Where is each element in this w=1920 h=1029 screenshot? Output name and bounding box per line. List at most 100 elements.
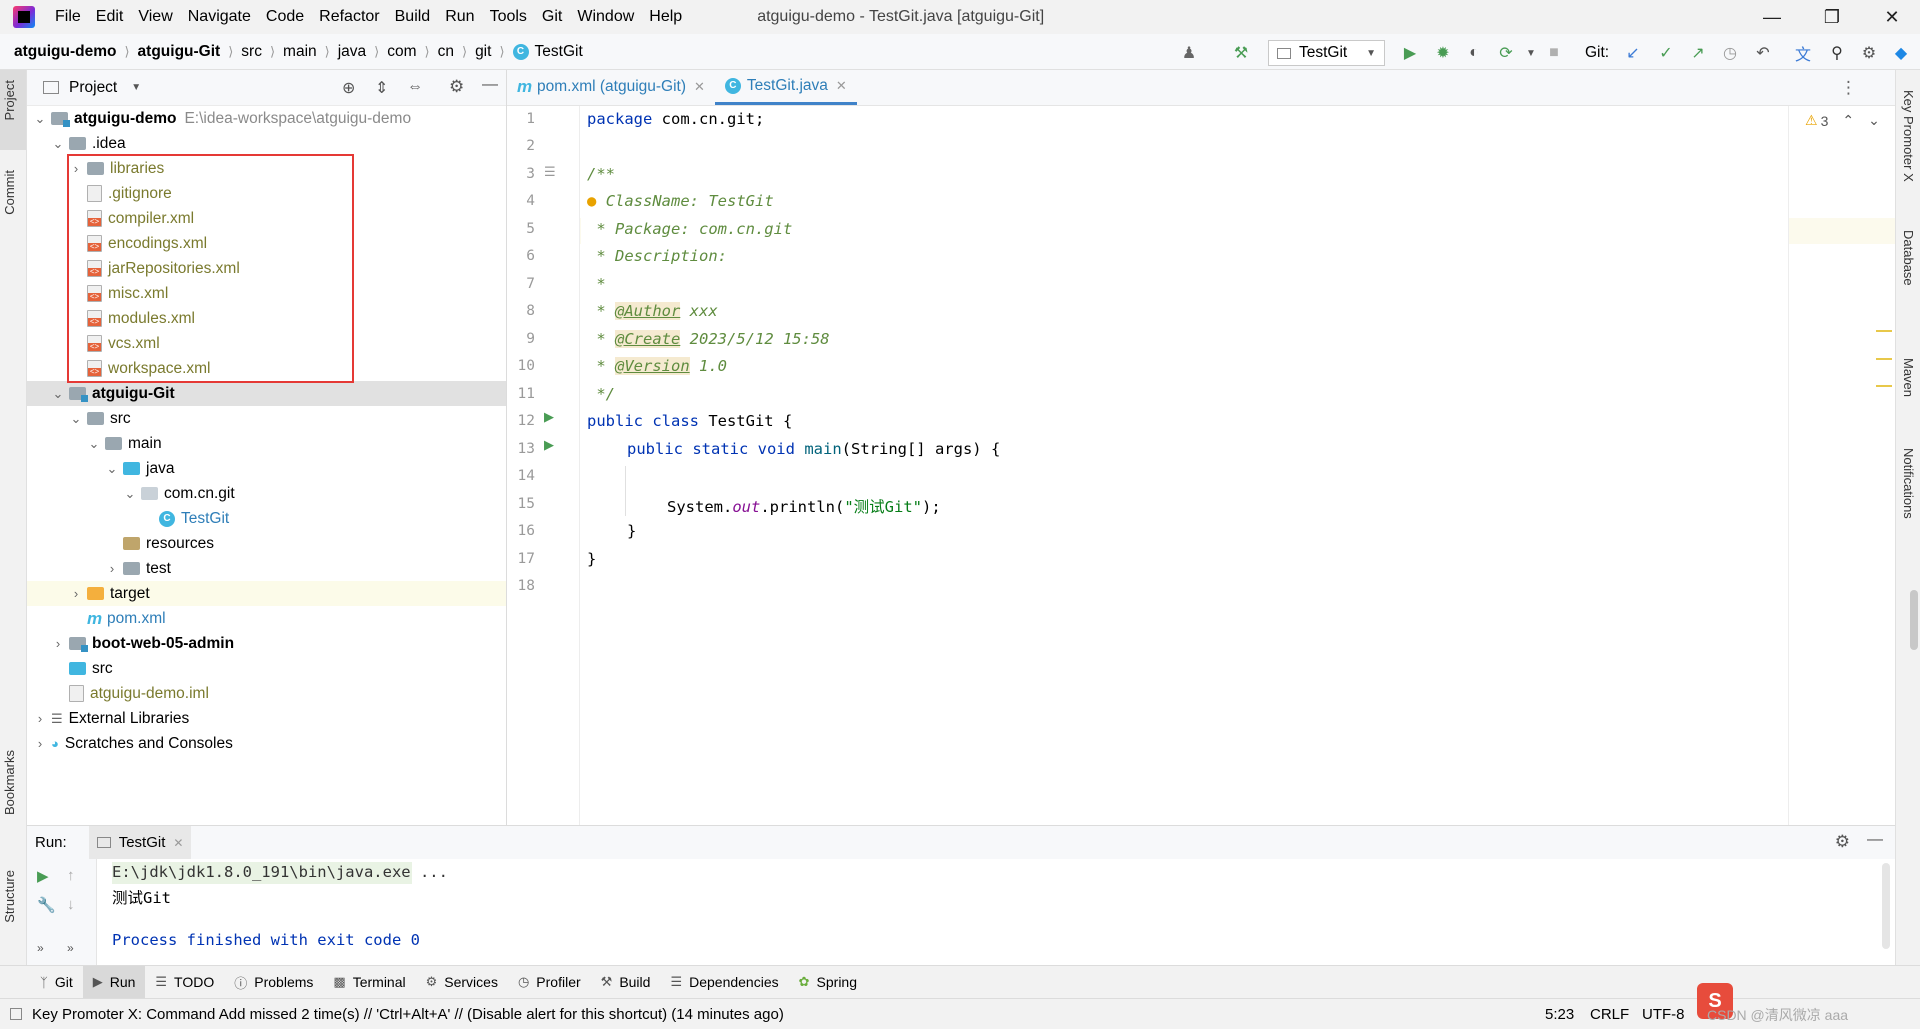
hide-panel-icon[interactable]: —	[1867, 831, 1883, 849]
run-tab-testgit[interactable]: TestGit ✕	[88, 825, 192, 860]
chevron-right-icon[interactable]: ›	[69, 586, 83, 601]
hide-panel-icon[interactable]: —	[482, 76, 498, 94]
collapse-all-icon[interactable]: ⇔	[407, 78, 423, 96]
run-gutter-icon[interactable]: ▶	[544, 409, 554, 425]
git-commit-icon[interactable]: ✓	[1655, 42, 1677, 64]
tab-pom-xml[interactable]: m pom.xml (atguigu-Git) ✕	[507, 69, 715, 105]
chevron-down-icon[interactable]: ⌄	[51, 386, 65, 402]
tool-tab-project[interactable]: Project	[2, 80, 17, 120]
tool-button-profiler[interactable]: ◷ Profiler	[508, 966, 591, 999]
inspection-widget[interactable]: ⚠ 3 ⌃ ⌄	[1805, 112, 1880, 129]
file-encoding[interactable]: UTF-8	[1642, 1006, 1685, 1023]
chevron-up-icon[interactable]: ⌃	[1842, 112, 1854, 129]
run-console[interactable]: E:\jdk\jdk1.8.0_191\bin\java.exe ... 测试G…	[27, 859, 1895, 965]
build-hammer-icon[interactable]: ⚒	[1230, 42, 1252, 64]
tab-testgit-java[interactable]: C TestGit.java ✕	[714, 69, 857, 105]
menu-navigate[interactable]: Navigate	[188, 8, 251, 26]
tool-tab-key-promoter[interactable]: Key Promoter X	[1901, 90, 1916, 182]
tool-tab-database[interactable]: Database	[1901, 230, 1916, 286]
minimize-icon[interactable]: —	[1742, 0, 1802, 34]
settings-gear-icon[interactable]: ⚙	[1858, 42, 1880, 64]
menu-refactor[interactable]: Refactor	[319, 8, 379, 26]
tree-item-atguigu-git[interactable]: ⌄ atguigu-Git	[27, 381, 506, 406]
coverage-icon[interactable]: ◐	[1463, 42, 1485, 64]
menu-code[interactable]: Code	[266, 8, 304, 26]
chevron-down-icon[interactable]: ⌄	[1868, 112, 1880, 129]
breadcrumb-java[interactable]: java	[338, 43, 366, 61]
tree-item-scratches[interactable]: › ◕ Scratches and Consoles	[27, 731, 506, 756]
git-rollback-icon[interactable]: ↶	[1752, 42, 1774, 64]
chevron-down-icon[interactable]: ▼	[1520, 42, 1542, 64]
breadcrumb-main[interactable]: main	[283, 43, 317, 61]
tool-button-run[interactable]: ▶ Run	[82, 965, 146, 999]
chevron-right-icon[interactable]: ›	[33, 711, 47, 726]
menu-view[interactable]: View	[138, 8, 172, 26]
tree-item-testgit[interactable]: C TestGit	[27, 506, 506, 531]
chevron-down-icon[interactable]: ⌄	[105, 461, 119, 477]
status-message[interactable]: Key Promoter X: Command Add missed 2 tim…	[32, 1006, 784, 1023]
breadcrumb-class[interactable]: TestGit	[535, 43, 583, 61]
menu-edit[interactable]: Edit	[96, 8, 124, 26]
tool-button-problems[interactable]: ⓘ Problems	[224, 966, 323, 999]
run-icon[interactable]: ▶	[1399, 42, 1421, 64]
tool-button-terminal[interactable]: ▩ Terminal	[323, 966, 415, 999]
close-tab-icon[interactable]: ✕	[173, 836, 183, 850]
tree-item-src[interactable]: ⌄ src	[27, 406, 506, 431]
status-toggle-icon[interactable]	[10, 1008, 22, 1020]
more-options-icon[interactable]: ⋮	[1840, 78, 1857, 98]
tree-item-iml[interactable]: atguigu-demo.iml	[27, 681, 506, 706]
chevron-down-icon[interactable]: ⌄	[123, 486, 137, 502]
more-actions-icon[interactable]: »	[67, 941, 74, 955]
close-icon[interactable]: ✕	[1862, 0, 1920, 34]
tool-button-build[interactable]: ⚒ Build	[591, 966, 661, 999]
chevron-down-icon[interactable]: ⌄	[51, 136, 65, 152]
breadcrumb-git[interactable]: git	[475, 43, 491, 61]
breadcrumb-cn[interactable]: cn	[438, 43, 454, 61]
tool-button-todo[interactable]: ☰ TODO	[145, 966, 224, 999]
tool-button-dependencies[interactable]: ☰ Dependencies	[660, 966, 788, 999]
tool-tab-commit[interactable]: Commit	[2, 170, 17, 215]
expand-all-icon[interactable]: ⇕	[375, 78, 388, 98]
profile-icon[interactable]: ⟳	[1495, 42, 1517, 64]
line-separator[interactable]: CRLF	[1590, 1006, 1629, 1023]
git-push-icon[interactable]: ↗	[1687, 42, 1709, 64]
stop-icon[interactable]: ■	[1543, 42, 1565, 64]
tree-item-external-libraries[interactable]: › ☰ External Libraries	[27, 706, 506, 731]
doc-render-icon[interactable]: ☰	[544, 164, 556, 180]
chevron-down-icon[interactable]: ⌄	[33, 111, 47, 127]
breadcrumb-project[interactable]: atguigu-demo	[14, 43, 116, 61]
project-panel-title[interactable]: Project	[69, 79, 117, 97]
tool-tab-maven[interactable]: Maven	[1901, 358, 1916, 397]
more-actions-icon[interactable]: »	[37, 941, 44, 955]
tool-button-spring[interactable]: ✿ Spring	[789, 966, 867, 999]
console-scrollbar[interactable]	[1882, 863, 1890, 949]
tree-item-target[interactable]: › target	[27, 581, 506, 606]
locate-target-icon[interactable]: ⊕	[342, 78, 355, 98]
tool-button-services[interactable]: ⚙ Services	[416, 966, 508, 999]
search-icon[interactable]: ⚲	[1826, 42, 1848, 64]
tool-tab-notifications[interactable]: Notifications	[1901, 448, 1916, 519]
close-tab-icon[interactable]: ✕	[836, 78, 847, 94]
tree-item-boot-web[interactable]: › boot-web-05-admin	[27, 631, 506, 656]
arrow-down-icon[interactable]: ↓	[67, 896, 75, 913]
menu-build[interactable]: Build	[395, 8, 431, 26]
chevron-down-icon[interactable]: ⌄	[69, 411, 83, 427]
run-config-select[interactable]: TestGit ▼	[1268, 40, 1385, 66]
debug-icon[interactable]: ✹	[1432, 42, 1454, 64]
breadcrumb-com[interactable]: com	[387, 43, 416, 61]
close-tab-icon[interactable]: ✕	[694, 79, 705, 95]
arrow-up-icon[interactable]: ↑	[67, 867, 75, 884]
run-gutter-icon[interactable]: ▶	[544, 437, 554, 453]
breadcrumb-src[interactable]: src	[241, 43, 262, 61]
menu-tools[interactable]: Tools	[490, 8, 527, 26]
settings-gear-icon[interactable]: ⚙	[1835, 832, 1850, 852]
menu-git[interactable]: Git	[542, 8, 562, 26]
tool-tab-bookmarks[interactable]: Bookmarks	[2, 750, 17, 815]
code-editor[interactable]: package com.cn.git; /** ● ClassName: Tes…	[581, 106, 1788, 825]
tool-tab-structure[interactable]: Structure	[2, 870, 17, 923]
menu-window[interactable]: Window	[577, 8, 634, 26]
tree-item-root-src[interactable]: src	[27, 656, 506, 681]
rerun-icon[interactable]: ▶	[37, 867, 49, 885]
menu-help[interactable]: Help	[649, 8, 682, 26]
chevron-down-icon[interactable]: ▼	[131, 82, 141, 93]
